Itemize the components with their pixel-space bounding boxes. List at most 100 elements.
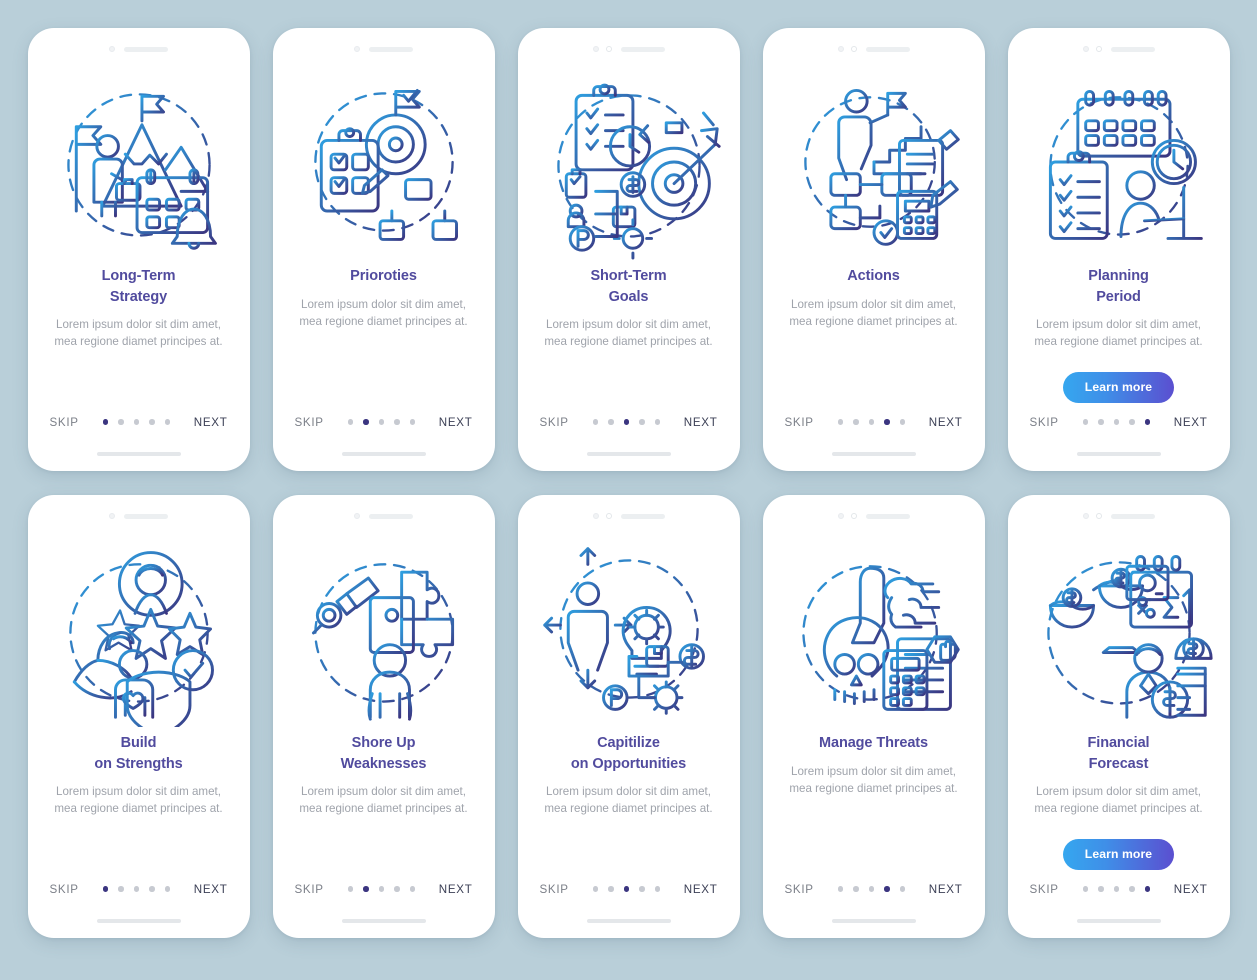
learn-more-button[interactable]: Learn more (1062, 372, 1175, 403)
pagination-dot[interactable] (899, 419, 905, 425)
pagination-dot[interactable] (1082, 886, 1088, 892)
next-button[interactable]: NEXT (929, 883, 963, 896)
skip-button[interactable]: SKIP (50, 416, 79, 429)
pagination-dot[interactable] (347, 886, 353, 892)
pagination-dot[interactable] (592, 886, 598, 892)
phone-notch (273, 28, 495, 62)
home-indicator-slot (28, 904, 250, 938)
card-description: Lorem ipsum dolor sit dim amet, mea regi… (54, 785, 223, 816)
next-button[interactable]: NEXT (439, 883, 473, 896)
pagination-dot[interactable] (837, 886, 843, 892)
pagination-dot[interactable] (1129, 886, 1135, 892)
skip-button[interactable]: SKIP (540, 883, 569, 896)
pagination-dot-active[interactable] (884, 419, 890, 425)
camera-icon (592, 46, 599, 52)
pagination-dot[interactable] (654, 886, 660, 892)
pagination-dot[interactable] (394, 886, 400, 892)
card-description: Lorem ipsum dolor sit dim amet, mea regi… (789, 297, 958, 328)
pagination-dot[interactable] (164, 419, 170, 425)
onboarding-pager: SKIP NEXT (273, 407, 495, 437)
card-title-line: Manage Threats (819, 735, 928, 751)
next-button[interactable]: NEXT (1174, 416, 1208, 429)
pagination-dot[interactable] (868, 886, 874, 892)
skip-button[interactable]: SKIP (295, 883, 324, 896)
card-title: Capitilize on Opportunities (534, 733, 724, 774)
pagination-dot[interactable] (853, 886, 859, 892)
skip-button[interactable]: SKIP (785, 416, 814, 429)
camera-icon (354, 513, 360, 519)
pagination-dot[interactable] (133, 886, 139, 892)
next-button[interactable]: NEXT (194, 416, 228, 429)
pagination-dots (1082, 419, 1150, 425)
pagination-dot-active[interactable] (1144, 886, 1150, 892)
pagination-dot-active[interactable] (102, 419, 108, 425)
pagination-dot[interactable] (654, 419, 660, 425)
pagination-dot[interactable] (378, 886, 384, 892)
skip-button[interactable]: SKIP (1030, 883, 1059, 896)
pagination-dot[interactable] (1129, 419, 1135, 425)
pagination-dot[interactable] (1113, 886, 1119, 892)
home-indicator (586, 918, 671, 924)
card-title: Short-Term Goals (534, 266, 724, 307)
pagination-dot[interactable] (639, 886, 645, 892)
pagination-dot[interactable] (164, 886, 170, 892)
pagination-dot[interactable] (1082, 419, 1088, 425)
pagination-dot[interactable] (149, 886, 155, 892)
skip-button[interactable]: SKIP (1030, 416, 1059, 429)
pagination-dots (347, 419, 415, 425)
skip-button[interactable]: SKIP (540, 416, 569, 429)
next-button[interactable]: NEXT (194, 883, 228, 896)
next-button[interactable]: NEXT (929, 416, 963, 429)
speaker-grille (1110, 513, 1155, 519)
pagination-dot-active[interactable] (102, 886, 108, 892)
next-button[interactable]: NEXT (684, 416, 718, 429)
card-title-line: Shore Up (351, 735, 416, 751)
pagination-dot[interactable] (639, 419, 645, 425)
cta-slot (518, 817, 740, 874)
pagination-dots (347, 886, 415, 892)
learn-more-button[interactable]: Learn more (1062, 839, 1175, 870)
pagination-dot[interactable] (837, 419, 843, 425)
pagination-dot-active[interactable] (623, 419, 629, 425)
pagination-dot[interactable] (409, 886, 415, 892)
cta-slot: Learn more (1008, 817, 1230, 874)
pagination-dot[interactable] (149, 419, 155, 425)
pagination-dot[interactable] (1098, 886, 1104, 892)
pagination-dot[interactable] (347, 419, 353, 425)
next-button[interactable]: NEXT (439, 416, 473, 429)
card-title: Build on Strengths (44, 733, 234, 774)
pagination-dot-active[interactable] (363, 419, 369, 425)
pagination-dot[interactable] (608, 419, 614, 425)
pagination-dot[interactable] (118, 419, 124, 425)
pagination-dot-active[interactable] (363, 886, 369, 892)
pagination-dot[interactable] (1113, 419, 1119, 425)
pagination-dot[interactable] (868, 419, 874, 425)
pagination-dot-active[interactable] (884, 886, 890, 892)
pagination-dot[interactable] (853, 419, 859, 425)
card-description: Lorem ipsum dolor sit dim amet, mea regi… (1034, 318, 1203, 349)
speaker-grille (369, 46, 413, 52)
pagination-dots (837, 419, 905, 425)
pagination-dot-active[interactable] (1144, 419, 1150, 425)
pagination-dot[interactable] (394, 419, 400, 425)
pagination-dot[interactable] (133, 419, 139, 425)
pagination-dot[interactable] (378, 419, 384, 425)
camera-icon (354, 46, 360, 52)
skip-button[interactable]: SKIP (50, 883, 79, 896)
home-indicator (1076, 918, 1161, 924)
cta-slot (273, 330, 495, 407)
next-button[interactable]: NEXT (1174, 883, 1208, 896)
card-title-line: Weaknesses (340, 755, 427, 772)
next-button[interactable]: NEXT (684, 883, 718, 896)
pagination-dot[interactable] (608, 886, 614, 892)
pagination-dot-active[interactable] (623, 886, 629, 892)
pagination-dot[interactable] (1098, 419, 1104, 425)
skip-button[interactable]: SKIP (785, 883, 814, 896)
home-indicator (586, 451, 671, 457)
pagination-dot[interactable] (409, 419, 415, 425)
onboarding-pager: SKIP NEXT (1008, 874, 1230, 904)
pagination-dot[interactable] (118, 886, 124, 892)
pagination-dot[interactable] (899, 886, 905, 892)
pagination-dot[interactable] (592, 419, 598, 425)
skip-button[interactable]: SKIP (295, 416, 324, 429)
